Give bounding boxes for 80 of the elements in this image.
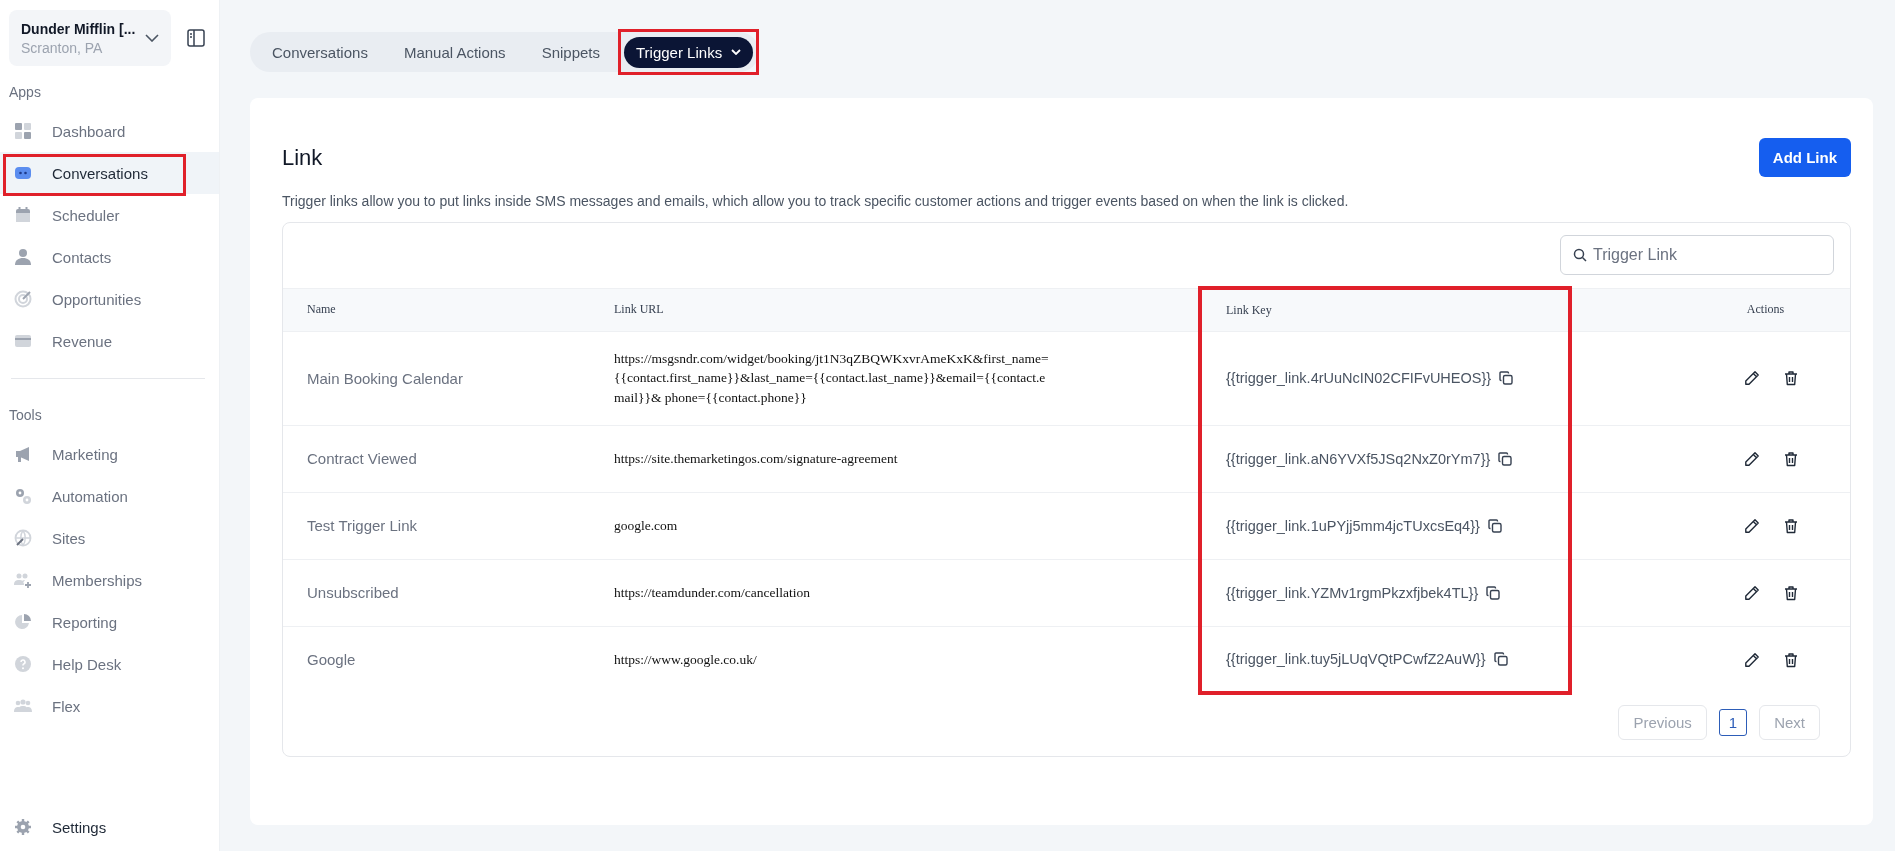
sidebar-item[interactable]: Sites <box>0 517 219 559</box>
table-cell-text: https://teamdunder.com/cancellation <box>614 583 812 602</box>
section-label: Tools <box>8 406 43 425</box>
person-icon <box>14 248 32 266</box>
pencil-icon[interactable] <box>1743 651 1760 668</box>
table-cell: {{trigger_link.aN6YVXf5JSq2NxZ0rYm7}} <box>1226 450 1491 467</box>
table-cell: {{trigger_link.YZMv1rgmPkzxfjbek4TL}} <box>1226 584 1479 601</box>
tab[interactable]: Snippets <box>529 36 612 68</box>
copy-icon[interactable] <box>1499 371 1514 385</box>
dashboard-icon <box>14 122 32 140</box>
sidebar-item[interactable]: Revenue <box>0 320 219 362</box>
settings-icon <box>14 818 32 836</box>
table-cell-text: https://site.themarketingos.com/signature-agreement <box>614 449 899 468</box>
tab[interactable]: Manual Actions <box>391 36 518 68</box>
table-cell: Unsubscribed <box>307 584 399 601</box>
table-cell-text: google.com <box>614 516 679 535</box>
sidebar-item[interactable]: Automation <box>0 475 219 517</box>
trash-icon[interactable] <box>1782 450 1799 467</box>
megaphone-icon <box>14 445 32 463</box>
sidebar-item[interactable]: Help Desk <box>0 643 219 685</box>
table-cell-text: https://www.google.co.uk/ <box>614 650 758 669</box>
table-cell: Google <box>307 651 356 669</box>
table-cell-text: https://msgsndr.com/widget/booking/jt1N3qZBQWKxvrAmeKxK&first_name={{contact.first_name}}&last_name={{contact.last_name}}&email={{contact.email}}& phone={{contact.phone}} <box>614 349 1050 407</box>
table-cell: Test Trigger Link <box>307 517 418 534</box>
copy-icon[interactable] <box>1498 451 1513 466</box>
trash-icon[interactable] <box>1782 370 1799 386</box>
people-icon <box>14 697 32 715</box>
sidebar-item[interactable]: Dashboard <box>0 110 219 152</box>
copy-icon[interactable] <box>1487 518 1502 533</box>
copy-icon[interactable] <box>1493 651 1508 666</box>
column-header: Link Key <box>1226 302 1272 317</box>
page-button[interactable]: 1 <box>1718 709 1748 736</box>
sidebar-item[interactable]: Scheduler <box>0 194 219 236</box>
org-location: Scranton, PA <box>21 39 104 56</box>
target-icon <box>14 290 32 308</box>
table-cell: {{trigger_link.tuy5jLUqVQtPCwfZ2AuW}} <box>1226 650 1486 667</box>
trash-icon[interactable] <box>1782 517 1799 534</box>
sidebar-item[interactable]: Settings <box>0 809 219 845</box>
search-icon <box>1573 248 1587 262</box>
column-header: Link URL <box>614 302 664 316</box>
table-cell: {{trigger_link.4rUuNcIN02CFIFvUHEOS}} <box>1226 370 1492 386</box>
table-cell: Main Booking Calendar <box>307 369 463 387</box>
search-field[interactable]: Trigger Link <box>1560 235 1834 275</box>
table-cell: {{trigger_link.1uPYjj5mm4jcTUxcsEq4}} <box>1226 517 1480 534</box>
chevron-down-icon <box>145 34 159 42</box>
column-header: Name <box>307 302 336 316</box>
people-add-icon <box>14 571 32 589</box>
tab[interactable]: Conversations <box>260 36 380 68</box>
globe-icon <box>14 529 32 547</box>
trash-icon[interactable] <box>1782 584 1799 601</box>
org-name: Dunder Mifflin [... <box>21 20 136 37</box>
description: Trigger links allow you to put links inside SMS messages and emails, which allow you to track specific customer actions and trigger events based on when the link is clicked. <box>282 193 1350 209</box>
sidebar-item[interactable]: Conversations <box>0 152 219 194</box>
pencil-icon[interactable] <box>1743 450 1760 467</box>
calendar-icon <box>14 206 32 224</box>
tab[interactable]: Trigger Links <box>624 36 754 68</box>
table-cell: Contract Viewed <box>307 450 417 467</box>
pie-chart-icon <box>14 613 32 631</box>
column-header: Actions <box>1746 302 1785 316</box>
sidebar-item[interactable]: Memberships <box>0 559 219 601</box>
sidebar-item[interactable]: Opportunities <box>0 278 219 320</box>
help-icon <box>14 655 32 673</box>
credit-card-icon <box>14 332 32 350</box>
gears-icon <box>14 487 32 505</box>
pencil-icon[interactable] <box>1743 370 1760 386</box>
page-title: Link <box>282 144 323 171</box>
pencil-icon[interactable] <box>1743 517 1760 534</box>
sidebar-item[interactable]: Marketing <box>0 433 219 475</box>
sidebar-item[interactable]: Contacts <box>0 236 219 278</box>
sidebar-item[interactable]: Reporting <box>0 601 219 643</box>
section-label: Apps <box>8 83 42 102</box>
chevron-down-icon <box>731 49 742 55</box>
sidebar-toggle-icon[interactable] <box>187 29 205 47</box>
location-switcher[interactable]: Dunder Mifflin [... Scranton, PA <box>9 10 171 66</box>
add-link-button[interactable]: Add Link <box>1758 138 1851 177</box>
copy-icon[interactable] <box>1486 585 1501 600</box>
robot-icon <box>14 164 32 182</box>
sidebar-item[interactable]: Flex <box>0 685 219 727</box>
pencil-icon[interactable] <box>1743 584 1760 601</box>
trash-icon[interactable] <box>1782 651 1799 668</box>
